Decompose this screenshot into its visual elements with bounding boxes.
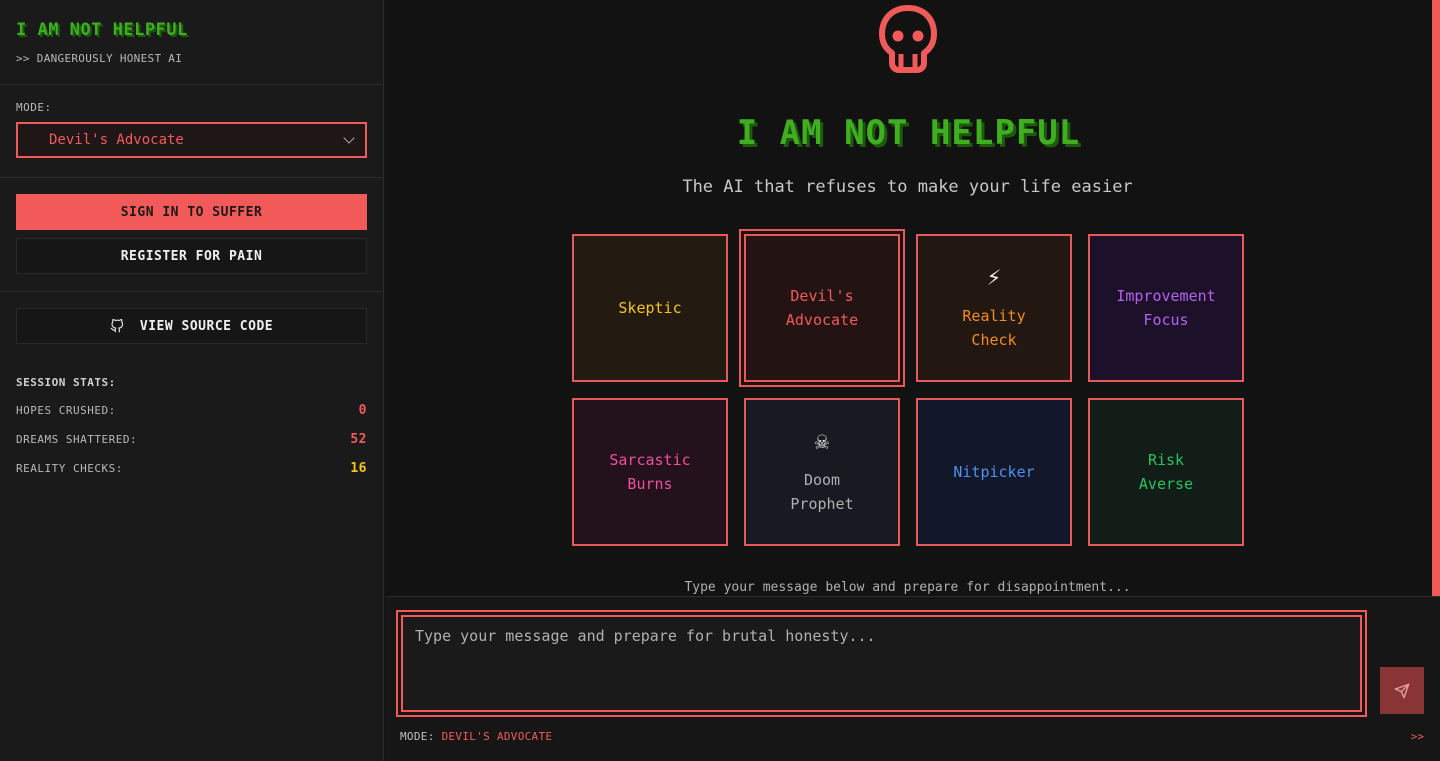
sign-in-button[interactable]: SIGN IN TO SUFFER <box>16 194 367 230</box>
mode-card-label: Nitpicker <box>953 463 1035 481</box>
main-panel: I AM NOT HELPFUL The AI that refuses to … <box>385 0 1440 761</box>
mode-card[interactable]: Skeptic <box>572 234 728 382</box>
hint-text: Type your message below and prepare for … <box>684 580 1131 595</box>
mode-card-label: Improvement Focus <box>1116 287 1216 329</box>
sidebar: I AM NOT HELPFUL >> DANGEROUSLY HONEST A… <box>0 0 384 761</box>
send-icon <box>1394 683 1410 698</box>
mode-select[interactable]: Devil's Advocate <box>16 122 367 158</box>
brand-subtitle: >> DANGEROUSLY HONEST AI <box>16 52 183 65</box>
current-mode-indicator: MODE: DEVIL'S ADVOCATE <box>400 730 552 743</box>
prompt-arrows: >> <box>1410 730 1424 743</box>
mode-card-label: Devil's Advocate <box>785 287 859 329</box>
skull-icon <box>879 5 937 73</box>
mode-card[interactable]: Sarcastic Burns <box>572 398 728 546</box>
message-input-frame <box>396 610 1367 717</box>
stat-row-reality: REALITY CHECKS: 16 <box>16 461 367 476</box>
mode-card-label: Sarcastic Burns <box>609 451 691 493</box>
composer: MODE: DEVIL'S ADVOCATE >> <box>385 596 1440 761</box>
stat-value: 0 <box>358 403 367 418</box>
mode-card-label: Reality Check <box>962 307 1026 349</box>
register-button[interactable]: REGISTER FOR PAIN <box>16 238 367 274</box>
mode-section: MODE: Devil's Advocate <box>0 85 383 178</box>
mode-card[interactable]: Risk Averse <box>1088 398 1244 546</box>
mode-card[interactable]: Devil's Advocate <box>744 234 900 382</box>
mode-select-value: Devil's Advocate <box>49 132 184 148</box>
mode-grid: Skeptic Devil's Advocate ⚡ Reality Check Imp… <box>572 234 1244 546</box>
mode-card-label: Doom Prophet <box>790 471 854 513</box>
mode-label: MODE: <box>16 101 52 114</box>
hero-subtitle: The AI that refuses to make your life ea… <box>682 177 1133 197</box>
stat-label: DREAMS SHATTERED: <box>16 433 138 446</box>
view-source-button[interactable]: VIEW SOURCE CODE <box>16 308 367 344</box>
send-button[interactable] <box>1380 667 1424 714</box>
message-input-inner <box>401 615 1362 712</box>
chat-area: I AM NOT HELPFUL The AI that refuses to … <box>385 0 1432 596</box>
mode-card[interactable]: Improvement Focus <box>1088 234 1244 382</box>
hero-title: I AM NOT HELPFUL <box>736 113 1081 153</box>
stat-value: 52 <box>350 432 367 447</box>
mode-foot-value: DEVIL'S ADVOCATE <box>441 730 553 743</box>
source-section: VIEW SOURCE CODE <box>0 292 383 344</box>
stat-row-hopes: HOPES CRUSHED: 0 <box>16 403 367 418</box>
session-stats: SESSION STATS: HOPES CRUSHED: 0 DREAMS S… <box>0 344 383 476</box>
stats-title: SESSION STATS: <box>16 376 116 389</box>
stat-row-dreams: DREAMS SHATTERED: 52 <box>16 432 367 447</box>
mode-card-label: Risk Averse <box>1138 451 1194 493</box>
stat-label: REALITY CHECKS: <box>16 462 123 475</box>
skull-crossbones-icon: ☠ <box>814 427 830 455</box>
lightning-icon: ⚡ <box>986 263 1002 291</box>
brand-header: I AM NOT HELPFUL >> DANGEROUSLY HONEST A… <box>0 0 383 85</box>
mode-foot-label: MODE: <box>400 730 435 743</box>
chevron-down-icon <box>343 132 355 144</box>
view-source-label: VIEW SOURCE CODE <box>139 318 274 334</box>
mode-card[interactable]: ⚡ Reality Check <box>916 234 1072 382</box>
stat-value: 16 <box>350 461 367 476</box>
auth-section: SIGN IN TO SUFFER REGISTER FOR PAIN <box>0 178 383 292</box>
mode-card-label: Skeptic <box>618 299 682 317</box>
scrollbar[interactable] <box>1432 0 1440 596</box>
github-icon <box>110 319 123 333</box>
brand-title: I AM NOT HELPFUL <box>16 20 188 40</box>
mode-card[interactable]: Nitpicker <box>916 398 1072 546</box>
message-input[interactable] <box>403 617 1360 710</box>
mode-card[interactable]: ☠ Doom Prophet <box>744 398 900 546</box>
stat-label: HOPES CRUSHED: <box>16 404 116 417</box>
